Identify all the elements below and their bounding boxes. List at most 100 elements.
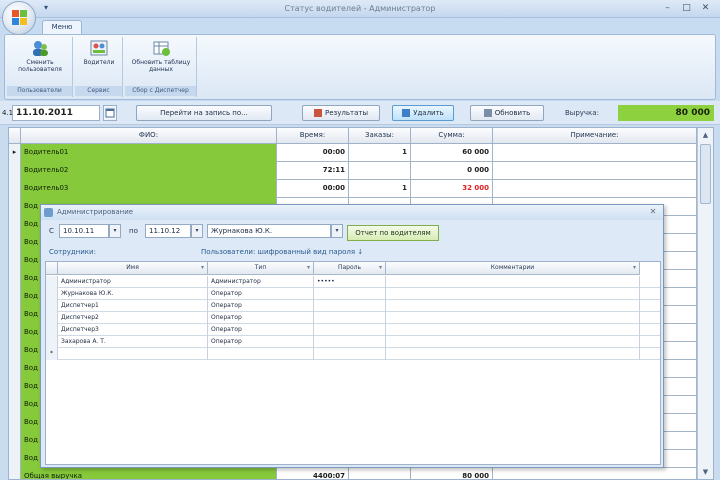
office-orb-button[interactable] xyxy=(2,1,36,35)
to-date-dropdown-icon[interactable]: ▾ xyxy=(191,224,203,238)
from-date-field[interactable]: 10.10.11 xyxy=(59,224,109,238)
column-header-time[interactable]: Время: xyxy=(277,128,349,144)
column-header-user-name[interactable]: Имя ▾ xyxy=(58,262,208,275)
table-row[interactable]: Журнакова Ю.К. Оператор xyxy=(46,288,660,300)
driver-orders[interactable] xyxy=(349,162,411,180)
user-password[interactable] xyxy=(314,348,386,360)
column-header-comments[interactable]: Комментарии ▾ xyxy=(386,262,640,275)
user-comment[interactable] xyxy=(386,348,640,360)
user-select-dropdown-icon[interactable]: ▾ xyxy=(331,224,343,238)
driver-orders[interactable]: 1 xyxy=(349,144,411,162)
scroll-down-icon[interactable]: ▼ xyxy=(698,465,713,479)
column-header-name[interactable]: ФИО: xyxy=(21,128,277,144)
dialog-close-icon[interactable]: ✕ xyxy=(647,206,659,218)
table-row[interactable]: Диспетчер3 Оператор xyxy=(46,324,660,336)
row-selector[interactable] xyxy=(9,216,21,234)
new-row-marker[interactable]: * xyxy=(46,348,58,360)
table-row[interactable]: Водитель02 72:11 0 000 xyxy=(9,162,697,180)
row-selector[interactable] xyxy=(9,360,21,378)
refresh-button[interactable]: Обновить xyxy=(470,105,544,121)
row-selector[interactable] xyxy=(9,270,21,288)
row-selector[interactable] xyxy=(46,276,58,288)
driver-sum[interactable]: 0 000 xyxy=(411,162,493,180)
user-comment[interactable] xyxy=(386,336,640,348)
user-name[interactable]: Администратор xyxy=(58,276,208,288)
switch-user-button[interactable]: Сменить пользователя xyxy=(11,39,69,73)
column-header-password[interactable]: Пароль ▾ xyxy=(314,262,386,275)
to-date-field[interactable]: 11.10.12 xyxy=(145,224,191,238)
date-field[interactable]: 11.10.2011 xyxy=(12,105,100,121)
driver-sum[interactable]: 32 000 xyxy=(411,180,493,198)
maximize-button[interactable]: □ xyxy=(679,2,694,15)
driver-time[interactable]: 00:00 xyxy=(277,180,349,198)
driver-time[interactable]: 00:00 xyxy=(277,144,349,162)
user-type[interactable] xyxy=(208,348,314,360)
user-name[interactable]: Диспетчер1 xyxy=(58,300,208,312)
row-selector[interactable] xyxy=(9,306,21,324)
user-select[interactable]: Журнакова Ю.К. xyxy=(207,224,331,238)
from-date-dropdown-icon[interactable]: ▾ xyxy=(109,224,121,238)
table-row[interactable]: Водитель03 00:00 1 32 000 xyxy=(9,180,697,198)
table-row[interactable]: Диспетчер1 Оператор xyxy=(46,300,660,312)
row-selector[interactable] xyxy=(9,378,21,396)
user-password[interactable] xyxy=(314,324,386,336)
driver-note[interactable] xyxy=(493,180,697,198)
column-header-note[interactable]: Примечание: xyxy=(493,128,697,144)
row-selector[interactable] xyxy=(9,396,21,414)
delete-button[interactable]: Удалить xyxy=(392,105,454,121)
table-row[interactable]: ▸ Водитель01 00:00 1 60 000 xyxy=(9,144,697,162)
user-name[interactable] xyxy=(58,348,208,360)
driver-name[interactable]: Водитель02 xyxy=(21,162,277,180)
row-selector[interactable] xyxy=(9,450,21,468)
driver-time[interactable]: 72:11 xyxy=(277,162,349,180)
user-type[interactable]: Оператор xyxy=(208,288,314,300)
user-password[interactable] xyxy=(314,300,386,312)
column-header-orders[interactable]: Заказы: xyxy=(349,128,411,144)
user-comment[interactable] xyxy=(386,312,640,324)
new-row[interactable]: * xyxy=(46,348,660,360)
user-type[interactable]: Оператор xyxy=(208,300,314,312)
user-type[interactable]: Оператор xyxy=(208,312,314,324)
go-to-record-button[interactable]: Перейти на запись по... xyxy=(136,105,272,121)
row-selector[interactable] xyxy=(9,288,21,306)
user-name[interactable]: Захарова А. Т. xyxy=(58,336,208,348)
user-comment[interactable] xyxy=(386,300,640,312)
sort-icon[interactable]: ▾ xyxy=(307,262,310,274)
row-selector[interactable] xyxy=(9,324,21,342)
table-row[interactable]: Захарова А. Т. Оператор xyxy=(46,336,660,348)
tab-menu[interactable]: Меню xyxy=(42,20,82,34)
scroll-thumb[interactable] xyxy=(700,144,711,204)
calendar-icon[interactable] xyxy=(103,105,117,121)
refresh-table-button[interactable]: Обновить таблицу данных xyxy=(131,39,191,73)
row-selector[interactable] xyxy=(9,342,21,360)
user-name[interactable]: Журнакова Ю.К. xyxy=(58,288,208,300)
scroll-up-icon[interactable]: ▲ xyxy=(698,128,713,142)
table-row[interactable]: Администратор Администратор ••••• xyxy=(46,276,660,288)
user-password[interactable] xyxy=(314,312,386,324)
users-password-link[interactable]: Пользователи: шифрованный вид пароля ↓ xyxy=(201,248,363,256)
row-selector[interactable] xyxy=(46,324,58,336)
vertical-scrollbar[interactable]: ▲ ▼ xyxy=(697,128,713,479)
user-name[interactable]: Диспетчер3 xyxy=(58,324,208,336)
driver-note[interactable] xyxy=(493,162,697,180)
driver-name[interactable]: Водитель01 xyxy=(21,144,277,162)
row-selector[interactable] xyxy=(46,300,58,312)
user-type[interactable]: Администратор xyxy=(208,276,314,288)
user-type[interactable]: Оператор xyxy=(208,336,314,348)
driver-name[interactable]: Водитель03 xyxy=(21,180,277,198)
user-comment[interactable] xyxy=(386,288,640,300)
row-selector[interactable] xyxy=(9,198,21,216)
row-selector[interactable] xyxy=(9,180,21,198)
sort-icon[interactable]: ▾ xyxy=(201,262,204,274)
table-row[interactable]: Диспетчер2 Оператор xyxy=(46,312,660,324)
row-selector[interactable] xyxy=(9,162,21,180)
driver-orders[interactable]: 1 xyxy=(349,180,411,198)
user-comment[interactable] xyxy=(386,276,640,288)
row-selector[interactable] xyxy=(46,312,58,324)
user-comment[interactable] xyxy=(386,324,640,336)
driver-report-button[interactable]: Отчет по водителям xyxy=(347,225,439,241)
sort-icon[interactable]: ▾ xyxy=(633,262,636,274)
user-type[interactable]: Оператор xyxy=(208,324,314,336)
close-button[interactable]: ✕ xyxy=(698,2,713,15)
user-name[interactable]: Диспетчер2 xyxy=(58,312,208,324)
